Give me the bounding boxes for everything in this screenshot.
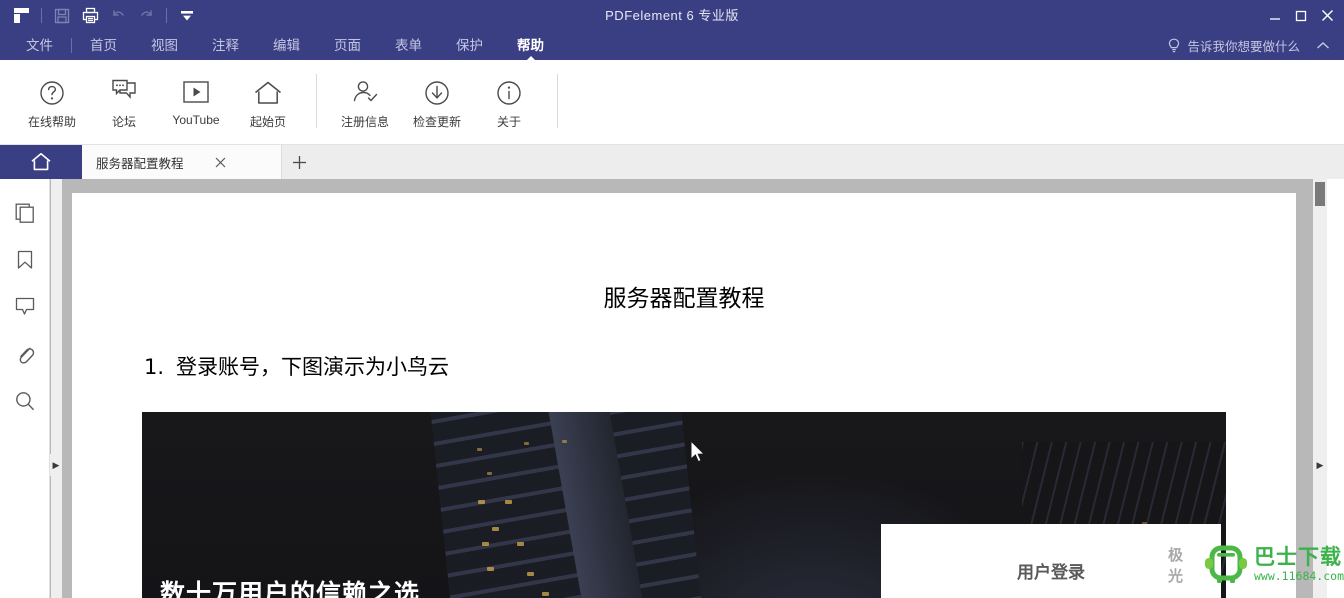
tab-strip: 服务器配置教程 — [0, 145, 1344, 179]
qat-divider-2 — [166, 8, 167, 23]
left-panel-expander[interactable]: ▶ — [50, 454, 62, 476]
home-icon — [253, 76, 283, 110]
ribbon-button-forum[interactable]: 论坛 — [88, 70, 160, 136]
document-title: 服务器配置教程 — [603, 286, 765, 312]
customize-qat-icon[interactable] — [174, 4, 200, 28]
document-list-number: 1. — [144, 355, 165, 379]
tell-me-box[interactable]: 告诉我你想要做什么 — [1167, 31, 1300, 60]
home-icon — [30, 152, 52, 172]
window-controls — [1262, 0, 1340, 31]
title-bar: PDFelement 6 专业版 — [0, 0, 1344, 31]
menu-item-page[interactable]: 页面 — [326, 31, 369, 60]
quick-access-toolbar — [0, 4, 200, 28]
ribbon-group-account: 注册信息 检查更新 关于 — [329, 70, 545, 136]
menu-item-view[interactable]: 视图 — [143, 31, 186, 60]
minimize-button[interactable] — [1262, 3, 1288, 29]
pdf-page: 服务器配置教程 1. 登录账号，下图演示为小鸟云 数十万用户的信赖之选 用户登录 — [72, 193, 1296, 598]
ribbon-separator-1 — [316, 74, 317, 128]
ribbon-label-online-help: 在线帮助 — [27, 115, 76, 129]
menu-item-home[interactable]: 首页 — [82, 31, 125, 60]
panel-gutter — [51, 179, 62, 598]
search-icon[interactable] — [5, 377, 45, 424]
ribbon-button-registration-info[interactable]: 注册信息 — [329, 70, 401, 136]
login-card: 用户登录 — [881, 524, 1221, 598]
attachment-icon[interactable] — [5, 330, 45, 377]
tab-document-label: 服务器配置教程 — [96, 156, 184, 171]
close-icon[interactable] — [212, 153, 230, 171]
play-button-icon — [181, 76, 211, 110]
redo-icon[interactable] — [133, 4, 159, 28]
menu-item-form[interactable]: 表单 — [387, 31, 430, 60]
ribbon-toolbar: 在线帮助 论坛 YouTube 起始页 注册信息 检查更新 关于 — [0, 60, 1344, 145]
ribbon-label-forum: 论坛 — [111, 115, 136, 129]
lightbulb-icon — [1167, 38, 1181, 54]
login-card-title: 用户登录 — [1017, 563, 1085, 583]
ribbon-button-start-page[interactable]: 起始页 — [232, 70, 304, 136]
question-circle-icon — [38, 76, 66, 110]
download-circle-icon — [423, 76, 451, 110]
right-edge-strip — [1327, 179, 1344, 598]
menu-bar: 文件 首页 视图 注释 编辑 页面 表单 保护 帮助 告诉我你想要做什么 — [0, 31, 1344, 61]
document-list-text: 登录账号，下图演示为小鸟云 — [176, 355, 450, 379]
ribbon-label-start-page: 起始页 — [249, 115, 286, 129]
ribbon-label-registration-info: 注册信息 — [340, 115, 389, 129]
ribbon-button-check-update[interactable]: 检查更新 — [401, 70, 473, 136]
qat-divider-1 — [41, 8, 42, 23]
chevron-up-icon[interactable] — [1316, 31, 1330, 60]
document-list-item-1: 1. 登录账号，下图演示为小鸟云 — [72, 351, 1296, 381]
app-logo-icon[interactable] — [8, 4, 34, 28]
ribbon-button-about[interactable]: 关于 — [473, 70, 545, 136]
maximize-button[interactable] — [1288, 3, 1314, 29]
tell-me-label: 告诉我你想要做什么 — [1187, 40, 1300, 54]
menu-item-list: 文件 首页 视图 注释 编辑 页面 表单 保护 帮助 — [0, 31, 1344, 61]
menu-item-comment[interactable]: 注释 — [204, 31, 247, 60]
tab-home[interactable] — [0, 145, 82, 179]
save-icon[interactable] — [49, 4, 75, 28]
ribbon-label-about: 关于 — [496, 115, 521, 129]
window-title: PDFelement 6 专业版 — [605, 8, 739, 23]
ribbon-label-check-update: 检查更新 — [412, 115, 461, 129]
pdfelement-window: PDFelement 6 专业版 文件 首页 视图 注释 编辑 页面 表单 保护… — [0, 0, 1344, 598]
ribbon-group-help: 在线帮助 论坛 YouTube 起始页 — [0, 70, 304, 136]
ribbon-label-youtube: YouTube — [172, 113, 220, 127]
menu-item-help[interactable]: 帮助 — [509, 31, 552, 61]
tab-document[interactable]: 服务器配置教程 — [82, 145, 282, 179]
thumbnails-icon[interactable] — [5, 189, 45, 236]
menu-item-file[interactable]: 文件 — [18, 31, 61, 60]
undo-icon[interactable] — [105, 4, 131, 28]
image-caption: 数十万用户的信赖之选 — [160, 579, 421, 598]
menu-item-protect[interactable]: 保护 — [448, 31, 491, 60]
ribbon-separator-2 — [557, 74, 558, 128]
scrollbar-thumb[interactable] — [1315, 182, 1325, 206]
bookmark-icon[interactable] — [5, 236, 45, 283]
menu-item-edit[interactable]: 编辑 — [265, 31, 308, 60]
new-tab-button[interactable] — [282, 145, 316, 179]
close-button[interactable] — [1314, 3, 1340, 29]
info-circle-icon — [495, 76, 523, 110]
left-tool-panel — [0, 179, 50, 598]
vertical-scrollbar[interactable] — [1313, 179, 1327, 598]
page-left-margin — [62, 179, 72, 598]
document-embedded-image: 数十万用户的信赖之选 用户登录 — [142, 412, 1226, 598]
ribbon-button-online-help[interactable]: 在线帮助 — [16, 70, 88, 136]
ribbon-button-youtube[interactable]: YouTube — [160, 70, 232, 136]
comment-icon[interactable] — [5, 283, 45, 330]
chat-bubbles-icon — [109, 76, 139, 110]
right-panel-expander[interactable]: ▶ — [1313, 454, 1327, 476]
menu-divider — [71, 38, 72, 53]
user-check-icon — [350, 76, 380, 110]
print-icon[interactable] — [77, 4, 103, 28]
document-work-area: ▶ 服务器配置教程 1. 登录账号，下图演示为小鸟云 数十万用户的信赖之选 用户… — [0, 179, 1344, 598]
